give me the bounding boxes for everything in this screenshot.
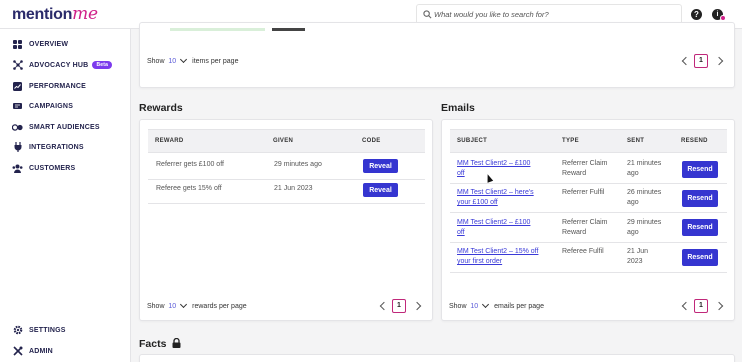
column-header: CODE: [362, 138, 381, 144]
sidebar-item-label: OVERVIEW: [29, 40, 69, 48]
resend-button[interactable]: Resend: [682, 190, 718, 207]
progress-fragment-dark: [272, 28, 305, 31]
lock-icon: [172, 337, 181, 348]
reward-given: 21 Jun 2023: [274, 185, 313, 192]
emails-title: Emails: [441, 102, 475, 114]
search-placeholder: What would you like to search for?: [434, 10, 549, 19]
sidebar-item-label: INTEGRATIONS: [29, 143, 84, 151]
gear-icon: [12, 325, 23, 336]
page-number[interactable]: 1: [392, 299, 406, 313]
prev-page-icon[interactable]: [379, 301, 389, 311]
reveal-button[interactable]: Reveal: [363, 159, 398, 173]
rewards-title: Rewards: [139, 102, 183, 114]
sidebar-item-advocacy-hub[interactable]: ADVOCACY HUB Beta: [12, 58, 113, 72]
next-page-icon[interactable]: [412, 301, 422, 311]
email-subject-link[interactable]: MM Test Client2 – here's your £100 off: [457, 188, 534, 208]
emails-per-page-select[interactable]: Show 10 emails per page: [449, 300, 544, 310]
notification-badge: [720, 15, 726, 21]
column-header: GIVEN: [273, 138, 294, 144]
email-sent: 21 Jun 2023: [627, 248, 649, 265]
email-type: Referee Fulfil: [562, 248, 604, 255]
audience-icon: [12, 122, 23, 133]
row-divider: [450, 242, 727, 243]
sidebar-item-smart-audiences[interactable]: SMART AUDIENCES: [12, 120, 100, 134]
sidebar-item-settings[interactable]: SETTINGS: [12, 323, 66, 337]
progress-fragment: [170, 28, 265, 31]
email-type: Referrer Claim Reward: [562, 160, 608, 177]
sidebar-item-overview[interactable]: OVERVIEW: [12, 37, 68, 51]
beta-badge: Beta: [92, 61, 113, 69]
sidebar-item-label: PERFORMANCE: [29, 82, 87, 90]
column-header: TYPE: [562, 138, 579, 144]
sidebar-item-customers[interactable]: CUSTOMERS: [12, 161, 75, 175]
network-icon: [12, 60, 23, 71]
help-icon[interactable]: ?: [691, 9, 702, 20]
tools-icon: [12, 346, 23, 357]
logo[interactable]: mentionme: [12, 4, 98, 24]
resend-button[interactable]: Resend: [682, 249, 718, 266]
reward-name: Referee gets 15% off: [156, 185, 222, 192]
resend-button[interactable]: Resend: [682, 219, 718, 236]
row-divider: [450, 272, 727, 273]
column-header: RESEND: [681, 138, 708, 144]
row-divider: [148, 179, 425, 180]
resend-button[interactable]: Resend: [682, 161, 718, 178]
email-type: Referrer Claim Reward: [562, 219, 608, 236]
sidebar-item-admin[interactable]: ADMIN: [12, 344, 53, 358]
sidebar-item-label: SMART AUDIENCES: [29, 123, 100, 131]
row-divider: [450, 183, 727, 184]
email-subject-link[interactable]: MM Test Client2 – 15% off your first orde…: [457, 247, 538, 267]
emails-card: SUBJECT TYPE SENT RESEND MM Test Client2…: [441, 119, 735, 321]
email-sent: 21 minutes ago: [627, 160, 662, 177]
sidebar-item-integrations[interactable]: INTEGRATIONS: [12, 140, 84, 154]
next-page-icon[interactable]: [714, 301, 724, 311]
prev-page-icon[interactable]: [681, 56, 691, 66]
row-divider: [148, 203, 425, 204]
sidebar-item-label: ADVOCACY HUB: [29, 61, 89, 69]
email-sent: 29 minutes ago: [627, 219, 662, 236]
next-page-icon[interactable]: [714, 56, 724, 66]
column-header: SENT: [627, 138, 645, 144]
megaphone-icon: [12, 101, 23, 112]
sidebar-item-label: SETTINGS: [29, 326, 66, 334]
email-type: Referrer Fulfil: [562, 189, 605, 196]
row-divider: [450, 212, 727, 213]
facts-card: [139, 354, 735, 362]
chevron-down-icon: [180, 300, 188, 309]
column-header: REWARD: [155, 138, 184, 144]
sidebar-item-campaigns[interactable]: CAMPAIGNS: [12, 99, 73, 113]
page-number[interactable]: 1: [694, 299, 708, 313]
rewards-per-page-select[interactable]: Show 10 rewards per page: [147, 300, 247, 310]
users-icon: [12, 163, 23, 174]
reward-name: Referrer gets £100 off: [156, 161, 224, 168]
rewards-table-header: REWARD GIVEN CODE: [148, 129, 425, 153]
prev-page-icon[interactable]: [681, 301, 691, 311]
chevron-down-icon: [180, 55, 188, 64]
sidebar-item-label: CUSTOMERS: [29, 164, 76, 172]
chevron-down-icon: [482, 300, 490, 309]
emails-table-header: SUBJECT TYPE SENT RESEND: [450, 129, 727, 153]
grid-icon: [12, 39, 23, 50]
top-card: Show 10 items per page 1: [139, 22, 735, 88]
rewards-card: REWARD GIVEN CODE Referrer gets £100 off…: [139, 119, 433, 321]
sidebar-item-performance[interactable]: PERFORMANCE: [12, 79, 86, 93]
sidebar: OVERVIEW ADVOCACY HUB Beta PERFORMANCE C…: [0, 29, 131, 362]
email-subject-link[interactable]: MM Test Client2 – £100 off: [457, 218, 530, 238]
email-subject-link[interactable]: MM Test Client2 – £100 off: [457, 159, 530, 179]
chart-icon: [12, 81, 23, 92]
column-header: SUBJECT: [457, 138, 488, 144]
reveal-button[interactable]: Reveal: [363, 183, 398, 197]
facts-title: Facts: [139, 337, 181, 350]
email-sent: 26 minutes ago: [627, 189, 662, 206]
items-per-page-select[interactable]: Show 10 items per page: [147, 55, 238, 65]
sidebar-item-label: ADMIN: [29, 347, 53, 355]
reward-given: 29 minutes ago: [274, 161, 322, 168]
plug-icon: [12, 142, 23, 153]
sidebar-item-label: CAMPAIGNS: [29, 102, 74, 110]
search-icon: [423, 10, 432, 19]
page-number[interactable]: 1: [694, 54, 708, 68]
